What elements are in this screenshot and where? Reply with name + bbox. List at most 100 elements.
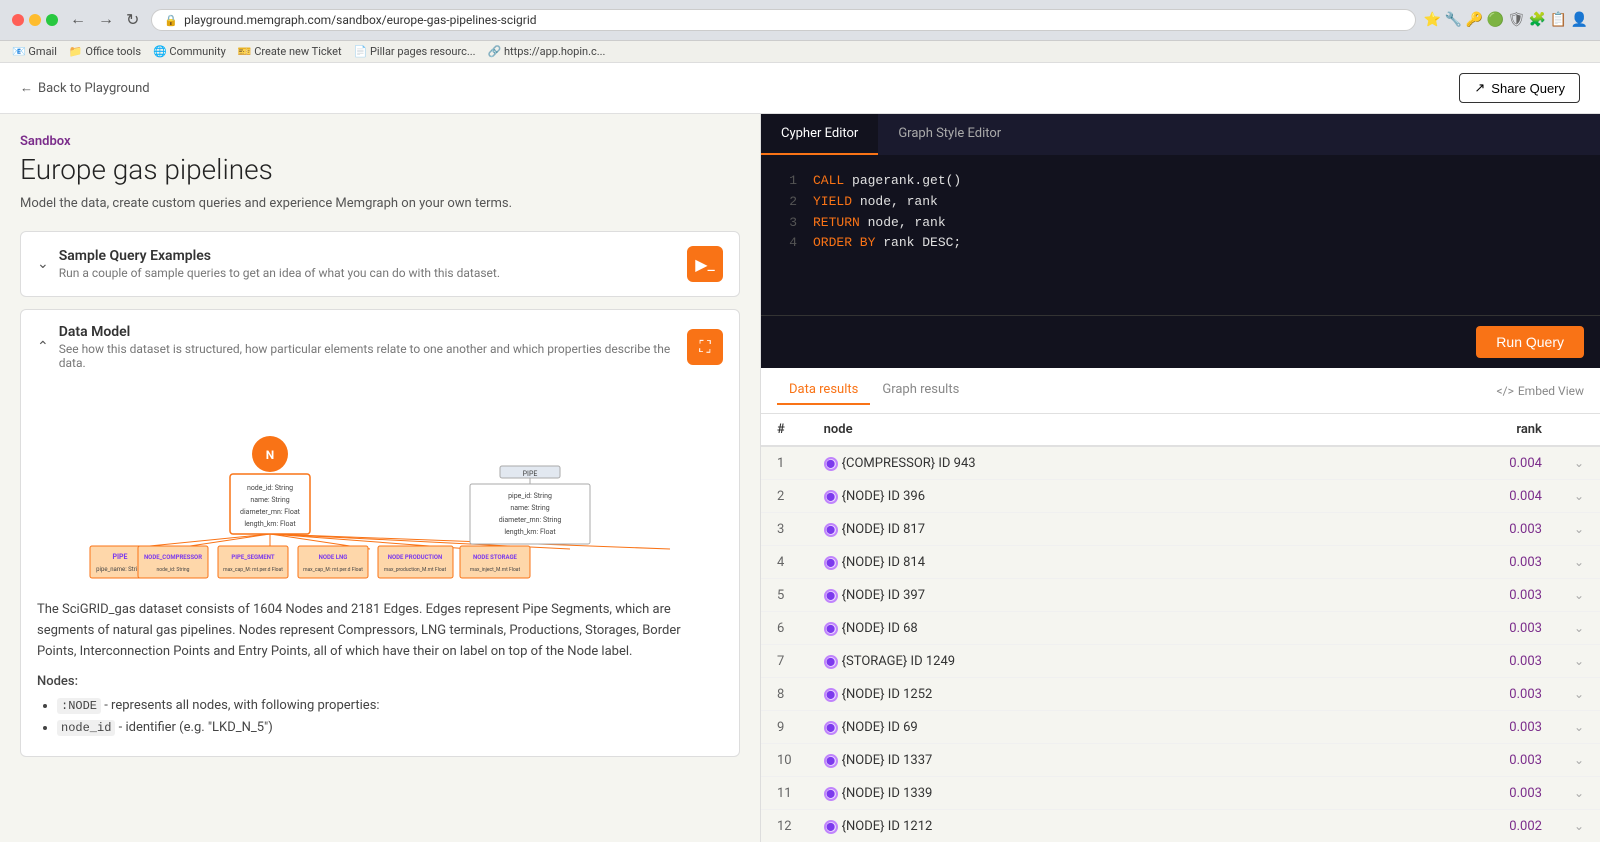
cell-node: ⬤ {NODE} ID 1339 xyxy=(808,777,1363,810)
bookmark-office[interactable]: 📁 Office tools xyxy=(69,45,141,58)
editor-tabs: Cypher Editor Graph Style Editor xyxy=(761,114,1600,155)
svg-text:max_cap_M: mt.per.d Float: max_cap_M: mt.per.d Float xyxy=(303,567,363,573)
cell-expand[interactable]: ⌄ xyxy=(1558,480,1600,513)
cell-expand[interactable]: ⌄ xyxy=(1558,446,1600,480)
cell-expand[interactable]: ⌄ xyxy=(1558,612,1600,645)
node-dot: ⬤ xyxy=(824,787,838,801)
accordion-data-model-body: N node_id: String name: String diameter_… xyxy=(21,394,739,756)
bookmark-community[interactable]: 🌐 Community xyxy=(153,45,226,58)
expand-btn[interactable]: ⌄ xyxy=(1574,522,1584,536)
line-num-4: 4 xyxy=(777,233,797,254)
share-query-button[interactable]: ↗ Share Query xyxy=(1459,73,1580,103)
table-row: 12 ⬤ {NODE} ID 1212 0.002 ⌄ xyxy=(761,810,1600,842)
svg-text:max_cap_M: mt.per.d Float: max_cap_M: mt.per.d Float xyxy=(223,567,283,573)
bullet-item-2: node_id - identifier (e.g. "LKD_N_5") xyxy=(57,717,723,739)
code-return-vals: node, rank xyxy=(868,215,946,230)
node-icon-container: ⬤ {NODE} ID 68 xyxy=(824,621,918,636)
data-model-diagram: N node_id: String name: String diameter_… xyxy=(37,394,723,588)
line-code-1: CALL pagerank.get() xyxy=(813,171,961,192)
cell-num: 12 xyxy=(761,810,808,842)
cell-num: 5 xyxy=(761,579,808,612)
results-body: 1 ⬤ {COMPRESSOR} ID 943 0.004 ⌄ 2 ⬤ {NOD… xyxy=(761,446,1600,842)
cell-expand[interactable]: ⌄ xyxy=(1558,546,1600,579)
svg-text:NODE_COMPRESSOR: NODE_COMPRESSOR xyxy=(144,554,202,561)
hierarchy-icon-box: ⛶ xyxy=(687,329,723,365)
run-query-bar: Run Query xyxy=(761,315,1600,368)
cell-expand[interactable]: ⌄ xyxy=(1558,678,1600,711)
cell-expand[interactable]: ⌄ xyxy=(1558,777,1600,810)
node-icon-container: ⬤ {NODE} ID 1252 xyxy=(824,687,933,702)
cell-expand[interactable]: ⌄ xyxy=(1558,744,1600,777)
embed-view-link[interactable]: </> Embed View xyxy=(1497,384,1584,398)
keyword-order: ORDER BY xyxy=(813,235,883,250)
expand-btn[interactable]: ⌄ xyxy=(1574,555,1584,569)
cell-node: ⬤ {STORAGE} ID 1249 xyxy=(808,645,1363,678)
tab-data-results[interactable]: Data results xyxy=(777,376,870,405)
accordion-sample-queries-subtitle: Run a couple of sample queries to get an… xyxy=(59,266,500,280)
svg-text:node_id: String: node_id: String xyxy=(157,567,190,573)
expand-btn[interactable]: ⌄ xyxy=(1574,720,1584,734)
table-row: 6 ⬤ {NODE} ID 68 0.003 ⌄ xyxy=(761,612,1600,645)
back-to-playground-link[interactable]: ← Back to Playground xyxy=(20,80,150,96)
back-nav-btn[interactable]: ← xyxy=(66,8,90,32)
cell-rank: 0.003 xyxy=(1363,513,1558,546)
forward-nav-btn[interactable]: → xyxy=(94,8,118,32)
page-description: Model the data, create custom queries an… xyxy=(20,196,740,211)
bookmark-hopin[interactable]: 🔗 https://app.hopin.c... xyxy=(488,45,606,58)
cell-rank: 0.003 xyxy=(1363,777,1558,810)
expand-btn[interactable]: ⌄ xyxy=(1574,456,1584,470)
code-line-4: 4 ORDER BY rank DESC; xyxy=(777,233,1584,254)
svg-text:pipe_id: String: pipe_id: String xyxy=(508,492,552,500)
table-row: 7 ⬤ {STORAGE} ID 1249 0.003 ⌄ xyxy=(761,645,1600,678)
cell-node: ⬤ {NODE} ID 1337 xyxy=(808,744,1363,777)
expand-icon: ⌃ xyxy=(37,339,49,355)
accordion-data-model-header[interactable]: ⌃ Data Model See how this dataset is str… xyxy=(21,310,739,384)
node-dot: ⬤ xyxy=(824,721,838,735)
accordion-sample-queries-header[interactable]: ⌄ Sample Query Examples Run a couple of … xyxy=(21,232,739,296)
svg-text:NODE STORAGE: NODE STORAGE xyxy=(473,554,518,561)
extensions-area: ⭐ 🔧 🔑 🟢 🛡 🧩 📋 👤 xyxy=(1424,12,1588,28)
expand-btn[interactable]: ⌄ xyxy=(1574,786,1584,800)
reload-btn[interactable]: ↻ xyxy=(122,8,143,32)
svg-text:NODE LNG: NODE LNG xyxy=(319,554,348,561)
cell-expand[interactable]: ⌄ xyxy=(1558,579,1600,612)
accordion-data-model-subtitle: See how this dataset is structured, how … xyxy=(59,342,677,370)
address-bar[interactable]: 🔒 playground.memgraph.com/sandbox/europe… xyxy=(151,9,1415,31)
tab-graph-results[interactable]: Graph results xyxy=(870,376,971,405)
expand-btn[interactable]: ⌄ xyxy=(1574,687,1584,701)
cell-rank: 0.002 xyxy=(1363,810,1558,842)
node-icon-container: ⬤ {NODE} ID 1212 xyxy=(824,819,933,834)
expand-btn[interactable]: ⌄ xyxy=(1574,753,1584,767)
code-order-vals: rank DESC; xyxy=(883,235,961,250)
browser-nav[interactable]: ← → ↻ xyxy=(66,8,143,32)
cell-expand[interactable]: ⌄ xyxy=(1558,711,1600,744)
tab-graph-style-editor[interactable]: Graph Style Editor xyxy=(878,114,1021,155)
svg-text:PIPE_SEGMENT: PIPE_SEGMENT xyxy=(231,554,274,561)
bookmark-pillar[interactable]: 📄 Pillar pages resourc... xyxy=(354,45,476,58)
run-query-button[interactable]: Run Query xyxy=(1476,326,1584,358)
cell-expand[interactable]: ⌄ xyxy=(1558,645,1600,678)
code-yield-vals: node, rank xyxy=(860,194,938,209)
code-editor[interactable]: 1 CALL pagerank.get() 2 YIELD node, rank… xyxy=(761,155,1600,315)
cell-expand[interactable]: ⌄ xyxy=(1558,810,1600,842)
tab-cypher-editor[interactable]: Cypher Editor xyxy=(761,114,878,155)
keyword-yield: YIELD xyxy=(813,194,860,209)
cell-node: ⬤ {COMPRESSOR} ID 943 xyxy=(808,446,1363,480)
bookmark-ticket[interactable]: 🎫 Create new Ticket xyxy=(238,45,342,58)
expand-btn[interactable]: ⌄ xyxy=(1574,588,1584,602)
results-table[interactable]: # node rank 1 ⬤ {COMPRESSOR} ID 943 0.00… xyxy=(761,414,1600,842)
hierarchy-icon: ⛶ xyxy=(699,337,710,357)
expand-btn[interactable]: ⌄ xyxy=(1574,654,1584,668)
data-description: The SciGRID_gas dataset consists of 1604… xyxy=(37,600,723,662)
svg-text:name: String: name: String xyxy=(250,496,289,504)
svg-text:PIPE: PIPE xyxy=(112,553,127,561)
expand-btn[interactable]: ⌄ xyxy=(1574,621,1584,635)
cell-num: 3 xyxy=(761,513,808,546)
svg-text:max_inject_M.mt Float: max_inject_M.mt Float xyxy=(470,567,521,573)
node-dot: ⬤ xyxy=(824,688,838,702)
node-dot: ⬤ xyxy=(824,589,838,603)
expand-btn[interactable]: ⌄ xyxy=(1574,489,1584,503)
bookmark-gmail[interactable]: 📧 Gmail xyxy=(12,45,57,58)
cell-expand[interactable]: ⌄ xyxy=(1558,513,1600,546)
expand-btn[interactable]: ⌄ xyxy=(1574,819,1584,833)
